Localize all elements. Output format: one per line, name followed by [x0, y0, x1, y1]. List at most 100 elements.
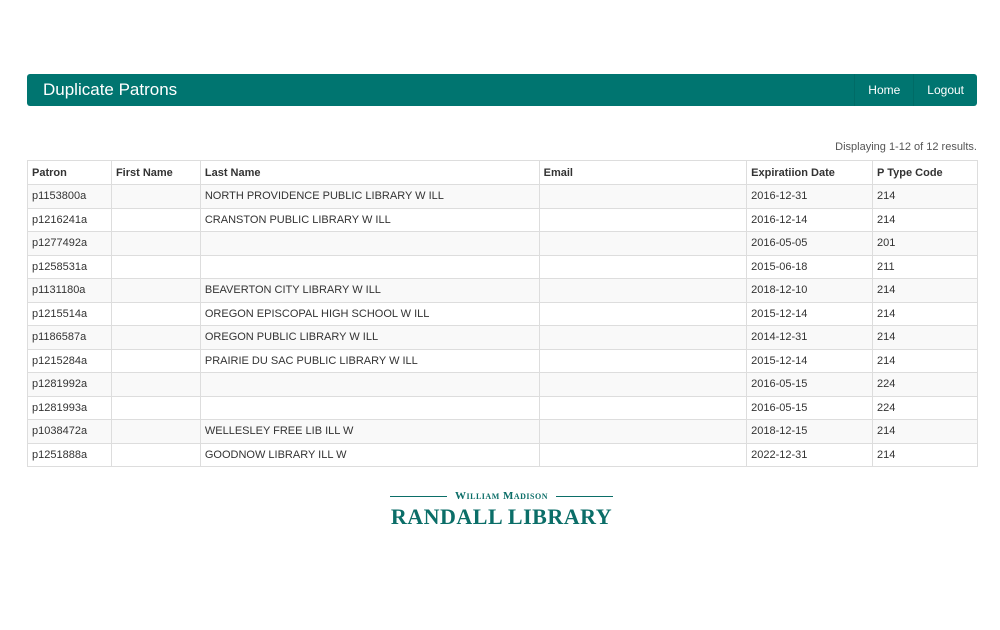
table-row: p1131180a BEAVERTON CITY LIBRARY W ILL 201… [27, 278, 978, 303]
cell-last-name: NORTH PROVIDENCE PUBLIC LIBRARY W ILL [199, 184, 540, 209]
table-row: p1215514a OREGON EPISCOPAL HIGH SCHOOL W … [27, 301, 978, 326]
table-body: p1153800a NORTH PROVIDENCE PUBLIC LIBRARY… [27, 184, 978, 467]
table-header-row: Patron First Name Last Name Email Expira… [27, 160, 978, 185]
table-row: p1215284a PRAIRIE DU SAC PUBLIC LIBRARY W… [27, 348, 978, 373]
cell-first-name [110, 278, 201, 303]
cell-p-type-code: 201 [872, 231, 978, 256]
cell-email [538, 395, 748, 420]
cell-patron: p1131180a [27, 278, 112, 303]
cell-first-name [110, 372, 201, 397]
cell-email [538, 207, 748, 232]
table-row: p1038472a WELLESLEY FREE LIB ILL W 2018-12… [27, 419, 978, 444]
cell-expiration-date: 2014-12-31 [746, 325, 874, 350]
cell-first-name [110, 325, 201, 350]
cell-patron: p1215514a [27, 301, 112, 326]
cell-first-name [110, 207, 201, 232]
cell-patron: p1281992a [27, 372, 112, 397]
cell-patron: p1186587a [27, 325, 112, 350]
cell-expiration-date: 2015-12-14 [746, 348, 874, 373]
cell-last-name: WELLESLEY FREE LIB ILL W [199, 419, 540, 444]
cell-patron: p1277492a [27, 231, 112, 256]
cell-expiration-date: 2016-05-15 [746, 395, 874, 420]
cell-last-name: BEAVERTON CITY LIBRARY W ILL [199, 278, 540, 303]
page-title: Duplicate Patrons [43, 80, 178, 99]
cell-p-type-code: 214 [872, 442, 978, 467]
cell-expiration-date: 2022-12-31 [746, 442, 874, 467]
column-header-p-type-code[interactable]: P Type Code [872, 160, 978, 185]
nav-links: Home Logout [854, 74, 977, 106]
column-header-last-name[interactable]: Last Name [199, 160, 540, 185]
cell-last-name: PRAIRIE DU SAC PUBLIC LIBRARY W ILL [199, 348, 540, 373]
cell-email [538, 419, 748, 444]
duplicate-patrons-table: Patron First Name Last Name Email Expira… [27, 160, 978, 467]
column-header-first-name[interactable]: First Name [110, 160, 201, 185]
logo-rule-right [556, 495, 614, 497]
cell-p-type-code: 214 [872, 348, 978, 373]
logout-link[interactable]: Logout [913, 74, 977, 106]
cell-email [538, 231, 748, 256]
home-link[interactable]: Home [854, 74, 913, 106]
cell-expiration-date: 2016-05-05 [746, 231, 874, 256]
cell-email [538, 278, 748, 303]
cell-email [538, 372, 748, 397]
table-row: p1281993a 2016-05-15 224 [27, 395, 978, 420]
cell-expiration-date: 2016-05-15 [746, 372, 874, 397]
cell-email [538, 254, 748, 279]
cell-first-name [110, 419, 201, 444]
cell-first-name [110, 231, 201, 256]
cell-p-type-code: 214 [872, 419, 978, 444]
table-row: p1277492a 2016-05-05 201 [27, 231, 978, 256]
cell-expiration-date: 2018-12-10 [746, 278, 874, 303]
cell-patron: p1153800a [27, 184, 112, 209]
table-row: p1258531a 2015-06-18 211 [27, 254, 978, 279]
cell-last-name: OREGON EPISCOPAL HIGH SCHOOL W ILL [199, 301, 540, 326]
cell-first-name [110, 348, 201, 373]
cell-email [538, 348, 748, 373]
cell-expiration-date: 2015-06-18 [746, 254, 874, 279]
cell-email [538, 301, 748, 326]
cell-patron: p1215284a [27, 348, 112, 373]
cell-last-name [199, 231, 540, 256]
table-row: p1216241a CRANSTON PUBLIC LIBRARY W ILL 20… [27, 207, 978, 232]
results-summary: Displaying 1-12 of 12 results. [835, 141, 977, 153]
cell-expiration-date: 2016-12-14 [746, 207, 874, 232]
column-header-patron[interactable]: Patron [27, 160, 112, 185]
cell-last-name: CRANSTON PUBLIC LIBRARY W ILL [199, 207, 540, 232]
cell-patron: p1281993a [27, 395, 112, 420]
cell-first-name [110, 184, 201, 209]
cell-expiration-date: 2015-12-14 [746, 301, 874, 326]
cell-p-type-code: 224 [872, 395, 978, 420]
table-row: p1153800a NORTH PROVIDENCE PUBLIC LIBRARY… [27, 184, 978, 209]
cell-patron: p1251888a [27, 442, 112, 467]
cell-p-type-code: 211 [872, 254, 978, 279]
cell-patron: p1258531a [27, 254, 112, 279]
cell-expiration-date: 2018-12-15 [746, 419, 874, 444]
cell-patron: p1216241a [27, 207, 112, 232]
cell-first-name [110, 442, 201, 467]
cell-p-type-code: 214 [872, 278, 978, 303]
logo-line2: RANDALL LIBRARY [390, 504, 613, 529]
cell-email [538, 184, 748, 209]
randall-library-logo: William Madison RANDALL LIBRARY [390, 490, 614, 530]
column-header-email[interactable]: Email [538, 160, 748, 185]
cell-expiration-date: 2016-12-31 [746, 184, 874, 209]
cell-email [538, 442, 748, 467]
cell-p-type-code: 214 [872, 207, 978, 232]
cell-last-name [199, 254, 540, 279]
logo-rule-left [390, 495, 448, 497]
cell-p-type-code: 214 [872, 325, 978, 350]
table-row: p1251888a GOODNOW LIBRARY ILL W 2022-12-31… [27, 442, 978, 467]
cell-p-type-code: 214 [872, 184, 978, 209]
column-header-expiration-date[interactable]: Expiratiion Date [746, 160, 874, 185]
cell-first-name [110, 254, 201, 279]
cell-last-name [199, 395, 540, 420]
cell-last-name: OREGON PUBLIC LIBRARY W ILL [199, 325, 540, 350]
cell-last-name [199, 372, 540, 397]
cell-patron: p1038472a [27, 419, 112, 444]
top-navbar: Duplicate Patrons Home Logout [27, 74, 977, 106]
cell-first-name [110, 395, 201, 420]
logo-line1: William Madison [455, 490, 548, 502]
cell-email [538, 325, 748, 350]
table-row: p1281992a 2016-05-15 224 [27, 372, 978, 397]
cell-p-type-code: 214 [872, 301, 978, 326]
